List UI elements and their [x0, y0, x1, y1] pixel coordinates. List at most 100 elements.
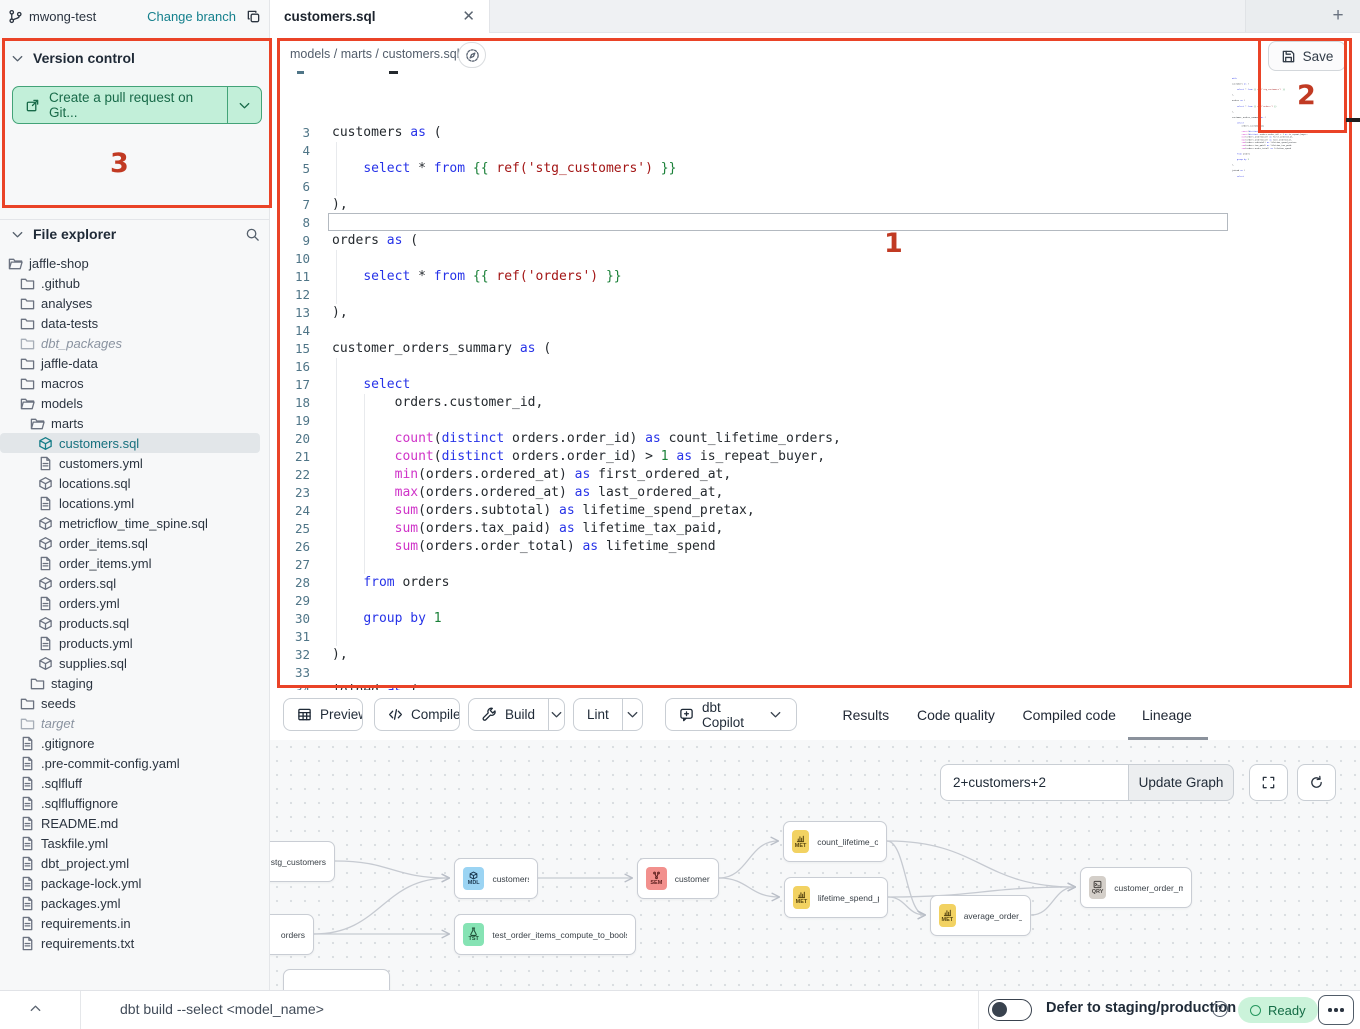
file-tree-item-data-tests[interactable]: data-tests — [0, 313, 270, 333]
file-tree-item-models[interactable]: models — [0, 393, 270, 413]
dbt-copilot-button[interactable]: dbt Copilot — [665, 698, 797, 731]
file-tree-item-package-lock-yml[interactable]: package-lock.yml — [0, 873, 270, 893]
tab-code-quality[interactable]: Code quality — [917, 690, 995, 740]
refresh-button[interactable] — [1297, 764, 1336, 801]
lint-button[interactable]: Lint — [573, 698, 643, 731]
file-tree-item-dbt-packages[interactable]: dbt_packages — [0, 333, 270, 353]
close-icon[interactable]: ✕ — [462, 9, 475, 24]
version-control-title: Version control — [33, 50, 135, 66]
file-tree-item-requirements-txt[interactable]: requirements.txt — [0, 933, 270, 953]
lineage-node-orders[interactable]: orders — [270, 914, 314, 955]
file-tree-item-customers-yml[interactable]: customers.yml — [0, 453, 270, 473]
minimap[interactable]: with customers as ( select * from {{ ref… — [1232, 77, 1314, 209]
file-tree-item-analyses[interactable]: analyses — [0, 293, 270, 313]
version-control-header[interactable]: Version control — [0, 46, 270, 70]
lineage-node-count_lifetime_orders[interactable]: METcount_lifetime_orders — [783, 821, 887, 862]
chevron-down-icon — [768, 707, 783, 722]
chevron-up-icon[interactable] — [28, 1001, 43, 1016]
status-badge[interactable]: Ready — [1238, 997, 1318, 1023]
file-tree-item-macros[interactable]: macros — [0, 373, 270, 393]
lineage-node-customers_sem[interactable]: SEMcustomers — [637, 858, 719, 899]
file-tree-item-orders-sql[interactable]: orders.sql — [0, 573, 270, 593]
help-icon[interactable]: ? — [1212, 1001, 1228, 1017]
tab-compiled-code[interactable]: Compiled code — [1023, 690, 1116, 740]
copilot-compass-button[interactable] — [458, 42, 486, 68]
file-tree-item-metricflow-time-spine-sql[interactable]: metricflow_time_spine.sql — [0, 513, 270, 533]
file-tree-item-seeds[interactable]: seeds — [0, 693, 270, 713]
file-tree-item-locations-yml[interactable]: locations.yml — [0, 493, 270, 513]
file-tree-item-label: orders.sql — [59, 576, 116, 591]
lineage-node-customers_mdl[interactable]: MDLcustomers — [454, 858, 538, 899]
compile-button[interactable]: Compile — [374, 698, 460, 731]
annotation-dash — [1346, 118, 1360, 122]
file-tree-item-jaffle-shop[interactable]: jaffle-shop — [0, 253, 270, 273]
file-tree-item--sqlfluffignore[interactable]: .sqlfluffignore — [0, 793, 270, 813]
tab-customers-sql[interactable]: customers.sql ✕ — [270, 0, 490, 33]
file-tree-item-requirements-in[interactable]: requirements.in — [0, 913, 270, 933]
button-main[interactable]: Build — [469, 699, 548, 730]
file-tree-item-label: package-lock.yml — [41, 876, 141, 891]
file-tree-item-target[interactable]: target — [0, 713, 270, 733]
file-tree-item-label: requirements.txt — [41, 936, 134, 951]
file-tree-item-marts[interactable]: marts — [0, 413, 270, 433]
file-tree-item-readme-md[interactable]: README.md — [0, 813, 270, 833]
lineage-canvas[interactable]: stg_customersorders MDLcustomers TSTtest_o… — [270, 740, 1360, 990]
button-main[interactable]: Compile — [375, 699, 460, 730]
fullscreen-button[interactable] — [1249, 764, 1288, 801]
file-tree-item-customers-sql[interactable]: customers.sql — [0, 433, 260, 453]
search-icon[interactable] — [245, 227, 260, 242]
button-main[interactable]: Preview — [284, 699, 363, 730]
lineage-node-stg_customers[interactable]: stg_customers — [270, 841, 335, 882]
file-tree-item-products-sql[interactable]: products.sql — [0, 613, 270, 633]
file-tree-item-label: analyses — [41, 296, 92, 311]
defer-toggle[interactable] — [988, 999, 1032, 1021]
lineage-node-customer_order_metrics[interactable]: QRYcustomer_order_metrics — [1080, 867, 1192, 908]
lineage-node-lifetime_spend_pretax[interactable]: METlifetime_spend_pretax — [784, 877, 888, 918]
lineage-filter-input[interactable] — [940, 764, 1128, 801]
new-tab-button[interactable]: + — [1326, 4, 1350, 28]
status-bar: dbt build --select <model_name> Defer to… — [0, 990, 1360, 1028]
file-explorer-header[interactable]: File explorer — [0, 222, 270, 246]
create-pr-dropdown[interactable] — [227, 87, 261, 123]
build-button[interactable]: Build — [468, 698, 565, 731]
file-tree-item-taskfile-yml[interactable]: Taskfile.yml — [0, 833, 270, 853]
code-line: from orders — [332, 574, 449, 592]
build-dropdown[interactable] — [548, 699, 564, 730]
button-label: Compile — [411, 707, 460, 722]
file-tree-item-jaffle-data[interactable]: jaffle-data — [0, 353, 270, 373]
code-editor[interactable]: with customers as ( select * from {{ ref… — [270, 75, 1360, 690]
create-pr-button[interactable]: Create a pull request on Git... — [12, 86, 262, 124]
preview-button[interactable]: Preview — [283, 698, 363, 731]
minimap-content: with customers as ( select * from {{ ref… — [1232, 77, 1314, 178]
button-main[interactable]: dbt Copilot — [666, 699, 796, 730]
tab-lineage[interactable]: Lineage — [1142, 690, 1192, 740]
lint-dropdown[interactable] — [622, 699, 642, 730]
file-tree-item-packages-yml[interactable]: packages.yml — [0, 893, 270, 913]
file-tree-item--gitignore[interactable]: .gitignore — [0, 733, 270, 753]
lineage-node-partial_node[interactable] — [283, 969, 390, 990]
more-options-button[interactable] — [1318, 995, 1354, 1025]
file-tree-item--sqlfluff[interactable]: .sqlfluff — [0, 773, 270, 793]
file-tree-item-order-items-sql[interactable]: order_items.sql — [0, 533, 270, 553]
lineage-node-average_order_value[interactable]: METaverage_order_value — [930, 895, 1031, 936]
file-tree-item-supplies-sql[interactable]: supplies.sql — [0, 653, 270, 673]
button-main[interactable]: Lint — [574, 699, 622, 730]
update-graph-button[interactable]: Update Graph — [1128, 764, 1234, 801]
code-line: sum(orders.subtotal) as lifetime_spend_p… — [332, 502, 755, 520]
file-tree-item-dbt-project-yml[interactable]: dbt_project.yml — [0, 853, 270, 873]
file-tree-item-products-yml[interactable]: products.yml — [0, 633, 270, 653]
copy-icon[interactable] — [246, 9, 261, 24]
file-tree-item-orders-yml[interactable]: orders.yml — [0, 593, 270, 613]
file-tree-item-order-items-yml[interactable]: order_items.yml — [0, 553, 270, 573]
file-tree-item-label: customers.sql — [59, 436, 139, 451]
command-input[interactable]: dbt build --select <model_name> — [120, 1001, 324, 1017]
lineage-node-test_order_items[interactable]: TSTtest_order_items_compute_to_bools... — [454, 914, 636, 955]
file-tree-item-staging[interactable]: staging — [0, 673, 270, 693]
change-branch-link[interactable]: Change branch — [147, 9, 236, 24]
file-tree-item-locations-sql[interactable]: locations.sql — [0, 473, 270, 493]
tab-results[interactable]: Results — [843, 690, 890, 740]
file-tree-item--pre-commit-config-yaml[interactable]: .pre-commit-config.yaml — [0, 753, 270, 773]
save-label: Save — [1303, 49, 1334, 64]
save-button[interactable]: Save — [1268, 41, 1346, 71]
file-tree-item--github[interactable]: .github — [0, 273, 270, 293]
